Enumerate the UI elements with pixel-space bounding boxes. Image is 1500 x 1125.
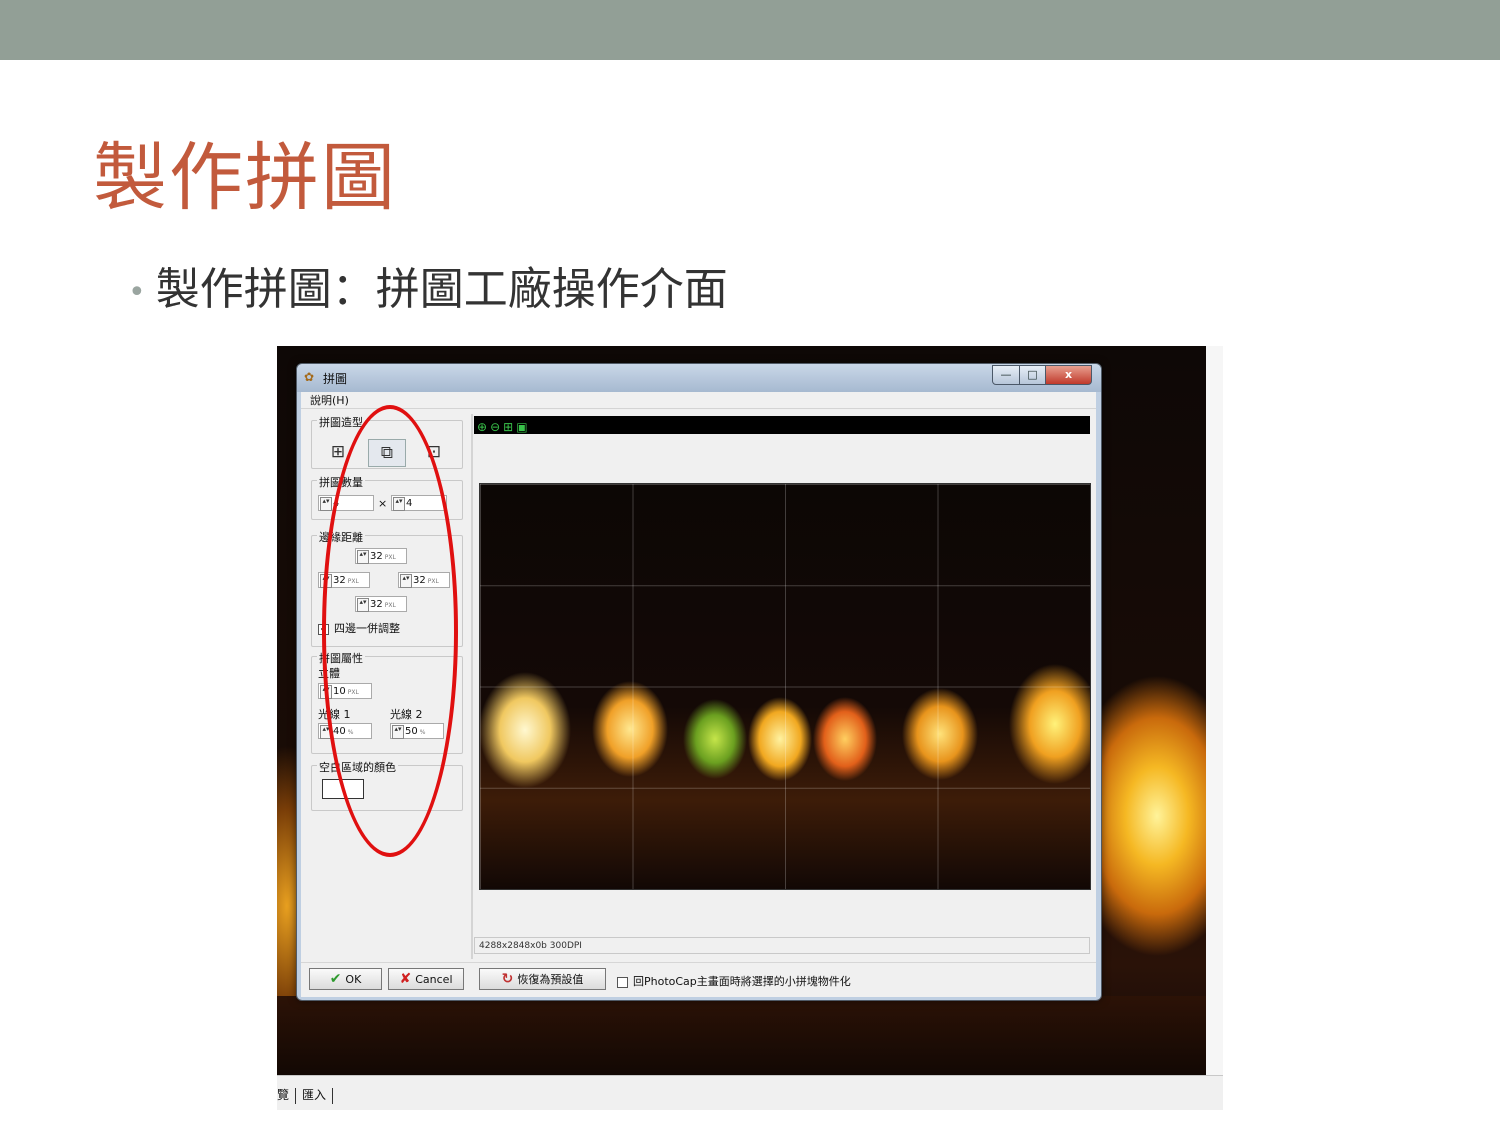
tab-import[interactable]: 匯入 [302, 1088, 326, 1102]
slide-bullet: • 製作拼圖：拼圖工廠操作介面 [128, 253, 728, 317]
preview-area [474, 434, 1091, 957]
cross-icon: ✘ [399, 971, 412, 987]
group-label-puzzle-type: 拼圖造型 [317, 414, 365, 430]
return-option-checkbox[interactable]: 回PhotoCap主畫面時將選擇的小拼塊物件化 [617, 973, 851, 989]
annotation-red-ellipse [322, 405, 458, 857]
ok-button[interactable]: ✔ OK [309, 968, 382, 990]
dialog-button-row: ✔ OK ✘ Cancel ↻ 恢復為預設值 回PhotoCap主畫面時將選擇的小拼塊… [301, 962, 1096, 998]
ok-label: OK [345, 973, 362, 986]
close-button[interactable]: x [1045, 365, 1092, 385]
panel-divider [471, 414, 473, 959]
reset-default-button[interactable]: ↻ 恢復為預設值 [479, 968, 606, 990]
minimize-button[interactable]: — [992, 365, 1020, 385]
bullet-text: 製作拼圖：拼圖工廠操作介面 [155, 264, 728, 315]
cancel-button[interactable]: ✘ Cancel [388, 968, 464, 990]
background-crowd [277, 996, 1206, 1076]
maximize-button[interactable]: □ [1019, 365, 1046, 385]
image-info-status: 4288x2848x0b 300DPI [474, 937, 1090, 954]
bullet-dot-icon: • [128, 274, 146, 310]
slide-header-bar [0, 0, 1500, 60]
slide-title: 製作拼圖 [93, 135, 397, 221]
menu-help[interactable]: 說明(H) [301, 392, 1096, 409]
refresh-icon: ↻ [501, 971, 514, 987]
app-icon: ✿ [304, 370, 315, 384]
checkbox-unchecked-icon[interactable] [617, 976, 628, 988]
preview-toolbar: ⊕ ⊖ ⊞ ▣ [474, 416, 1090, 434]
puzzle-preview-image [479, 483, 1091, 890]
tab-browse[interactable]: 覽 [277, 1088, 289, 1102]
puzzle-grid-overlay [480, 484, 1090, 889]
dialog-title: 拼圖 [323, 372, 348, 386]
background-tab-bar: 覽匯入 [277, 1075, 1223, 1110]
reset-label: 恢復為預設值 [517, 973, 584, 986]
check-icon: ✔ [329, 971, 342, 987]
background-scrollbar[interactable] [1206, 346, 1223, 1075]
cancel-label: Cancel [415, 973, 453, 986]
return-option-label: 回PhotoCap主畫面時將選擇的小拼塊物件化 [633, 975, 851, 988]
dialog-titlebar[interactable]: ✿ 拼圖 — □ x [297, 364, 1101, 392]
